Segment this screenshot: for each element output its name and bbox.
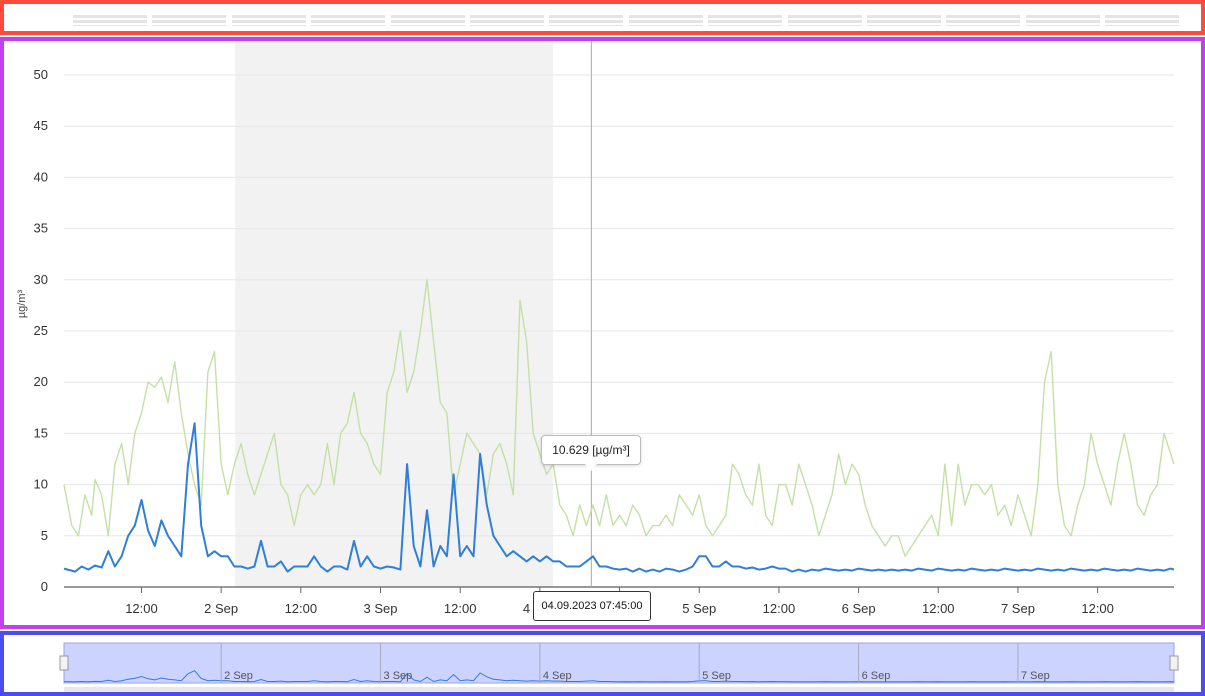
navigator[interactable]: 2 Sep 3 Sep 4 Sep 5 Sep 6 Sep 7 Sep <box>4 635 1201 692</box>
x-tick-label: 12:00 <box>125 601 158 616</box>
x-tick-label: 12:00 <box>1081 601 1114 616</box>
range-tick <box>390 15 465 26</box>
navigator-label: 2 Sep <box>224 670 253 682</box>
value-tooltip: 10.629 [µg/m³] <box>541 435 641 471</box>
range-tick <box>787 15 862 26</box>
y-tick-label: 10 <box>34 477 48 492</box>
y-tick-label: 20 <box>34 374 48 389</box>
navigator-label: 3 Sep <box>384 670 413 682</box>
x-tick-label: 2 Sep <box>204 601 238 616</box>
navigator-label: 7 Sep <box>1021 670 1050 682</box>
x-tick-label: 12:00 <box>763 601 796 616</box>
x-tick-label: 6 Sep <box>842 601 876 616</box>
navigator-label: 4 Sep <box>543 670 572 682</box>
navigator-label: 6 Sep <box>862 670 891 682</box>
range-tick <box>867 15 941 26</box>
y-tick-label: 45 <box>34 118 48 133</box>
range-tick <box>1105 15 1180 26</box>
tooltip-value: 10.629 [µg/m³] <box>552 443 630 457</box>
range-tick <box>946 15 1021 26</box>
crosshair-time: 04.09.2023 07:45:00 <box>541 600 643 612</box>
range-tick <box>708 15 783 26</box>
x-tick-label: 3 Sep <box>364 601 398 616</box>
y-axis-label: µg/m³ <box>16 289 28 318</box>
navigator-handle <box>59 655 69 671</box>
x-tick-label: 5 Sep <box>682 601 716 616</box>
range-tick <box>1025 15 1100 26</box>
range-tick <box>628 15 703 26</box>
x-tick-label: 7 Sep <box>1001 601 1035 616</box>
x-tick-label: 12:00 <box>922 601 955 616</box>
range-selector-bar <box>0 0 1205 35</box>
y-tick-label: 5 <box>41 528 48 543</box>
navigator-label: 5 Sep <box>702 670 731 682</box>
navigator-handle <box>1169 655 1179 671</box>
navigator-scrollbar <box>64 687 1174 692</box>
chart-panel: 0 5 10 15 20 25 30 35 40 45 50 µg/m³ 12:00 2 Sep 12:00… <box>0 37 1205 629</box>
air-quality-chart[interactable]: 0 5 10 15 20 25 30 35 40 45 50 µg/m³ 12:00 2 Sep 12:00… <box>4 41 1201 625</box>
x-tick-label: 12:00 <box>285 601 318 616</box>
y-tick-label: 35 <box>34 221 48 236</box>
y-tick-label: 30 <box>34 272 48 287</box>
y-tick-label: 25 <box>34 323 48 338</box>
range-tick <box>152 15 227 26</box>
range-tick <box>549 15 624 26</box>
highlight-band <box>235 41 554 587</box>
navigator-panel: 2 Sep 3 Sep 4 Sep 5 Sep 6 Sep 7 Sep <box>0 631 1205 696</box>
y-tick-label: 50 <box>34 67 48 82</box>
range-tick <box>470 15 544 26</box>
y-tick-label: 15 <box>34 425 48 440</box>
series-line <box>63 279 1175 557</box>
y-tick-label: 40 <box>34 169 48 184</box>
range-tick <box>73 15 147 26</box>
range-tick <box>311 15 386 26</box>
x-tick-label: 12:00 <box>444 601 477 616</box>
crosshair-time-label: 04.09.2023 07:45:00 <box>533 591 651 621</box>
y-tick-label: 0 <box>41 579 48 594</box>
range-tick <box>231 15 306 26</box>
